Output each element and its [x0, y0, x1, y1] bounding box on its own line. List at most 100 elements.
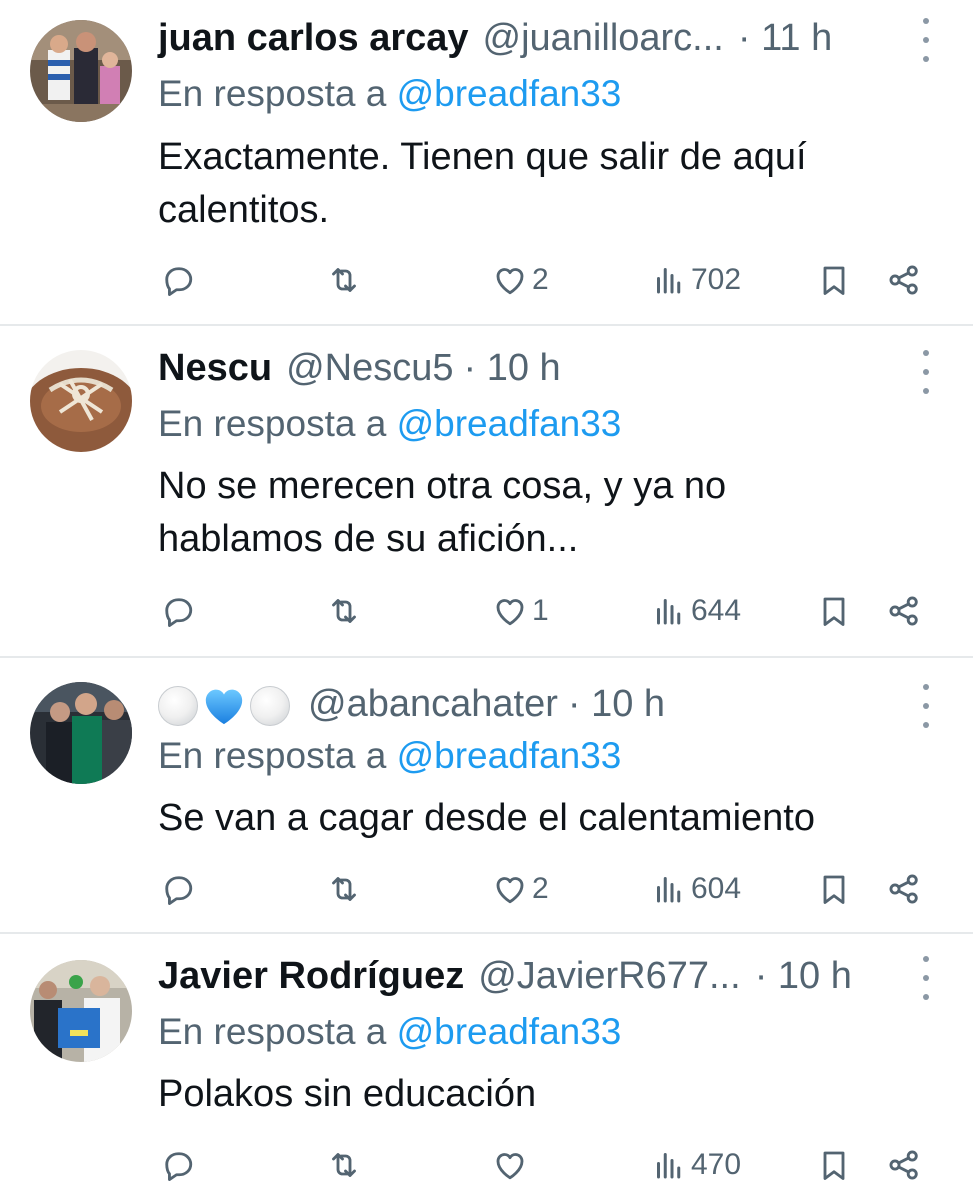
share-button[interactable]: [886, 260, 922, 300]
avatar[interactable]: [30, 20, 132, 122]
reply-context: En resposta a @breadfan33: [158, 70, 621, 118]
reply-icon: [165, 598, 193, 627]
tweet[interactable]: Nescu @Nescu5 · 10 h En resposta a @brea…: [0, 326, 973, 656]
share-button[interactable]: [886, 1145, 922, 1185]
timestamp[interactable]: · 10 h: [568, 680, 665, 728]
retweet-button[interactable]: [326, 869, 362, 909]
retweet-button[interactable]: [326, 591, 362, 631]
tweet-actions: 1 644: [0, 591, 973, 631]
tweet-text: Se van a cagar desde el calentamiento: [158, 797, 815, 839]
share-button[interactable]: [886, 591, 922, 631]
reply-context: En resposta a @breadfan33: [158, 1008, 621, 1056]
like-count: 2: [532, 872, 549, 905]
user-handle[interactable]: @JavierR677...: [478, 952, 740, 1000]
tweet-header: Javier Rodríguez @JavierR677... · 10 h: [158, 952, 913, 1000]
retweet-icon: [332, 268, 356, 292]
reply-prefix: En resposta a: [158, 735, 387, 776]
bookmark-button[interactable]: [816, 1145, 852, 1185]
like-icon: [496, 268, 524, 295]
avatar[interactable]: [30, 682, 132, 784]
tweet-header: ⚪💙⚪ @abancahater · 10 h: [158, 680, 913, 728]
tweet-text: No se merecen otra cosa, y ya no hablamo…: [158, 465, 727, 560]
reply-button[interactable]: [160, 1145, 196, 1185]
retweet-icon: [332, 877, 356, 901]
user-handle[interactable]: @Nescu5: [286, 344, 453, 392]
like-icon: [496, 599, 524, 626]
reply-context: En resposta a @breadfan33: [158, 400, 621, 448]
like-button[interactable]: 2: [492, 869, 549, 909]
tweet[interactable]: ⚪💙⚪ @abancahater · 10 h En resposta a @b…: [0, 658, 973, 933]
retweet-icon: [332, 599, 356, 623]
bookmark-icon: [823, 597, 845, 626]
more-options-icon[interactable]: [919, 956, 933, 1000]
tweet-text: Polakos sin educación: [158, 1073, 537, 1115]
reply-button[interactable]: [160, 260, 196, 300]
share-icon: [889, 596, 918, 626]
timestamp[interactable]: · 11 h: [738, 14, 832, 62]
reply-mention-link[interactable]: @breadfan33: [397, 735, 622, 776]
tweet-actions: 2 702: [0, 260, 973, 300]
view-count: 702: [691, 263, 742, 296]
tweet-actions: 470: [0, 1145, 973, 1185]
display-name[interactable]: ⚪💙⚪: [158, 680, 294, 728]
views-icon: [657, 1153, 681, 1179]
bookmark-button[interactable]: [816, 591, 852, 631]
bookmark-icon: [823, 266, 845, 295]
views-icon: [657, 268, 681, 294]
reply-prefix: En resposta a: [158, 73, 387, 114]
user-handle[interactable]: @abancahater: [308, 680, 558, 728]
like-icon: [496, 1153, 524, 1180]
avatar[interactable]: [30, 960, 132, 1062]
views-button[interactable]: 702: [651, 260, 741, 300]
tweet[interactable]: juan carlos arcay @juanilloarc... · 11 h…: [0, 0, 973, 325]
tweet-actions: 2 604: [0, 869, 973, 909]
reply-mention-link[interactable]: @breadfan33: [397, 1011, 622, 1052]
views-icon: [657, 877, 681, 903]
bookmark-button[interactable]: [816, 869, 852, 909]
like-count: 1: [532, 594, 549, 627]
display-name[interactable]: juan carlos arcay: [158, 14, 469, 62]
blue-heart-emoji: [205, 689, 243, 725]
like-count: 2: [532, 263, 549, 296]
avatar-image: [30, 20, 132, 122]
user-handle[interactable]: @juanilloarc...: [483, 14, 724, 62]
view-count: 644: [691, 594, 742, 627]
share-icon: [889, 1150, 918, 1180]
tweet[interactable]: Javier Rodríguez @JavierR677... · 10 h E…: [0, 934, 973, 1200]
tweet-text: Exactamente. Tienen que salir de aquí ca…: [158, 136, 807, 231]
timestamp[interactable]: · 10 h: [755, 952, 852, 1000]
reply-mention-link[interactable]: @breadfan33: [397, 73, 622, 114]
like-button[interactable]: [492, 1145, 532, 1185]
avatar[interactable]: [30, 350, 132, 452]
reply-button[interactable]: [160, 591, 196, 631]
views-button[interactable]: 470: [651, 1145, 741, 1185]
avatar-image: [30, 350, 132, 452]
views-button[interactable]: 604: [651, 869, 741, 909]
bookmark-button[interactable]: [816, 260, 852, 300]
white-circle-emoji: [158, 685, 198, 726]
more-options-icon[interactable]: [919, 684, 933, 728]
timestamp[interactable]: · 10 h: [463, 344, 560, 392]
reply-button[interactable]: [160, 869, 196, 909]
like-button[interactable]: 2: [492, 260, 549, 300]
views-button[interactable]: 644: [651, 591, 741, 631]
reply-prefix: En resposta a: [158, 403, 387, 444]
reply-prefix: En resposta a: [158, 1011, 387, 1052]
reply-mention-link[interactable]: @breadfan33: [397, 403, 622, 444]
retweet-button[interactable]: [326, 1145, 362, 1185]
reply-icon: [165, 1152, 193, 1181]
share-button[interactable]: [886, 869, 922, 909]
reply-context: En resposta a @breadfan33: [158, 732, 621, 780]
more-options-icon[interactable]: [919, 350, 933, 394]
more-options-icon[interactable]: [919, 18, 933, 62]
view-count: 470: [691, 1148, 742, 1181]
retweet-button[interactable]: [326, 260, 362, 300]
avatar-image: [30, 960, 132, 1062]
display-name[interactable]: Nescu: [158, 344, 272, 392]
tweet-header: juan carlos arcay @juanilloarc... · 11 h: [158, 14, 913, 62]
reply-feed: juan carlos arcay @juanilloarc... · 11 h…: [0, 0, 973, 1200]
bookmark-icon: [823, 875, 845, 904]
views-icon: [657, 599, 681, 625]
like-button[interactable]: 1: [492, 591, 549, 631]
display-name[interactable]: Javier Rodríguez: [158, 952, 464, 1000]
